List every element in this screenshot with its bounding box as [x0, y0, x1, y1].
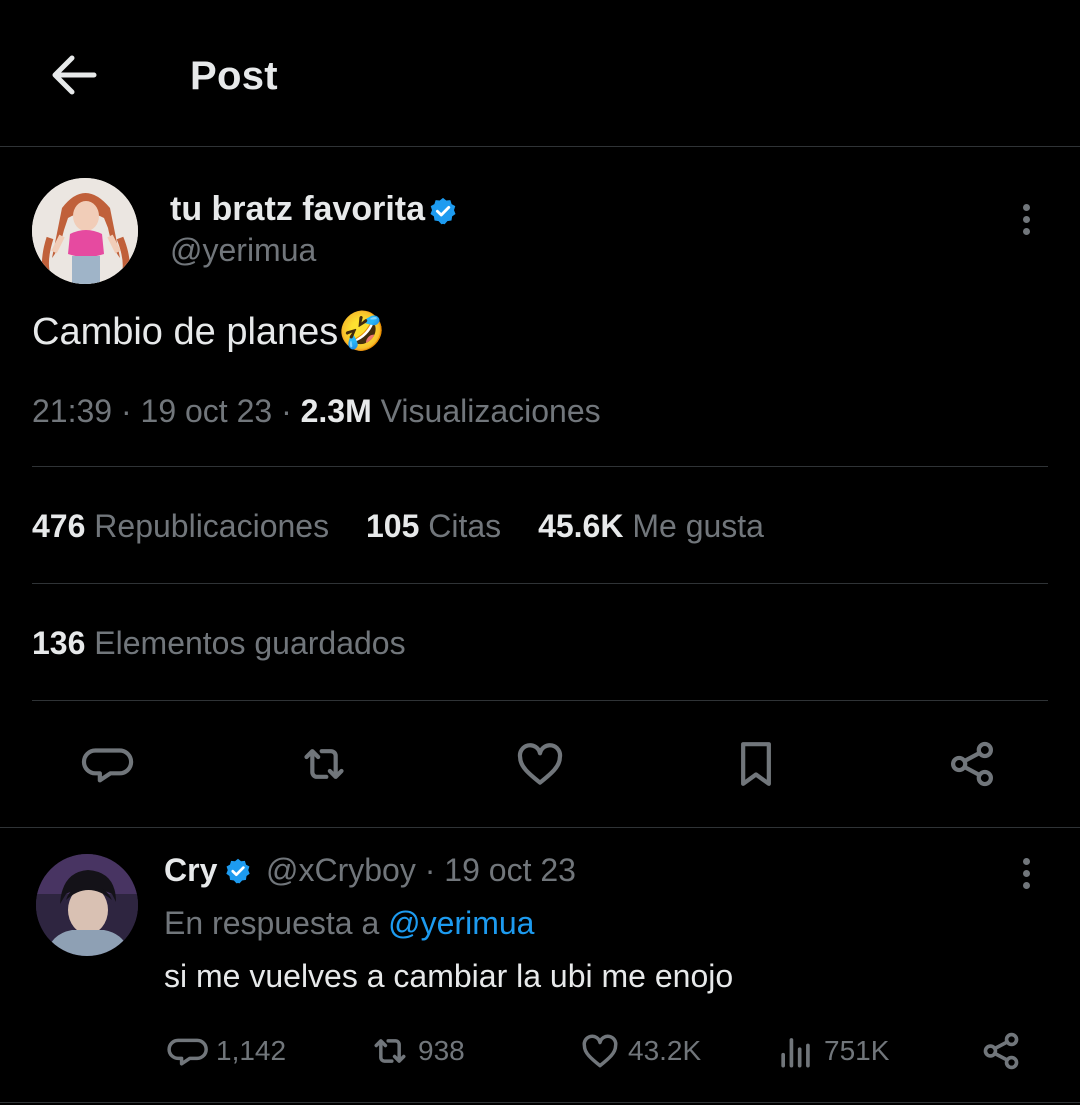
reply-icon	[81, 748, 134, 783]
more-vertical-icon	[1016, 858, 1036, 889]
tweet-date[interactable]: 19 oct 23	[141, 393, 273, 429]
reply-reply-button[interactable]: 1,142	[166, 1028, 286, 1074]
reply-date[interactable]: · 19 oct 23	[425, 852, 576, 888]
reply-author-handle[interactable]: @xCryboy	[266, 852, 416, 888]
quotes-count: 105	[365, 508, 420, 544]
page-title: Post	[190, 54, 278, 98]
tweet-text: Cambio de planes🤣	[32, 310, 386, 354]
reply-replies-count: 1,142	[216, 1035, 287, 1066]
reply-views-button[interactable]: 751K	[774, 1028, 889, 1074]
reposts-count: 476	[32, 508, 86, 544]
tweet-meta: 21:39 · 19 oct 23 · 2.3M Visualizaciones	[32, 393, 601, 430]
author-avatar-image	[32, 178, 138, 284]
tweet-text-body: Cambio de planes	[32, 311, 339, 353]
meta-separator: ·	[120, 393, 141, 429]
reply-context: En respuesta a @yerimua	[164, 905, 534, 942]
author-avatar[interactable]	[32, 178, 138, 284]
views-count: 2.3M	[300, 393, 372, 429]
rofl-emoji: 🤣	[338, 311, 386, 353]
reply-handle-date: @xCryboy · 19 oct 23	[266, 852, 576, 889]
views-label: Visualizaciones	[380, 393, 601, 429]
repost-icon	[374, 1039, 406, 1063]
share-button[interactable]	[944, 736, 1000, 792]
reposts-stat[interactable]: 476 Republicaciones	[32, 508, 329, 545]
reply-author-name[interactable]: Cry	[164, 852, 217, 889]
reply-context-mention[interactable]: @yerimua	[388, 905, 534, 941]
quotes-stat[interactable]: 105 Citas	[366, 508, 501, 545]
reply-author-avatar[interactable]	[36, 854, 138, 956]
reply-views-count: 751K	[824, 1035, 890, 1066]
reply-avatar-image	[36, 854, 138, 956]
share-icon	[951, 741, 993, 787]
divider	[32, 466, 1048, 467]
repost-icon	[304, 749, 344, 779]
verified-badge-icon	[430, 197, 456, 225]
reply-like-button[interactable]: 43.2K	[578, 1028, 701, 1074]
author-handle[interactable]: @yerimua	[170, 232, 316, 269]
arrow-left-icon	[52, 55, 97, 95]
divider	[32, 583, 1048, 584]
top-bar: Post	[0, 0, 1080, 147]
back-button[interactable]	[48, 52, 100, 98]
bookmarks-count: 136	[32, 625, 86, 661]
divider	[32, 700, 1048, 701]
heart-icon	[517, 743, 563, 785]
like-button[interactable]	[512, 736, 568, 792]
bookmark-icon	[741, 742, 771, 786]
bookmark-button[interactable]	[728, 736, 784, 792]
share-icon	[983, 1032, 1019, 1070]
heart-icon	[582, 1034, 618, 1068]
bookmarks-label: Elementos guardados	[94, 625, 406, 661]
repost-button[interactable]	[296, 736, 352, 792]
meta-separator: ·	[281, 393, 301, 429]
reply-repost-button[interactable]: 938	[368, 1028, 465, 1074]
engagement-stats: 476 Republicaciones 105 Citas 45.6K Me g…	[32, 508, 792, 545]
bookmarks-stat[interactable]: 136 Elementos guardados	[32, 625, 406, 662]
reply-text: si me vuelves a cambiar la ubi me enojo	[164, 958, 734, 994]
reply-share-button[interactable]	[978, 1028, 1030, 1074]
more-vertical-icon	[1016, 204, 1036, 235]
views-icon	[781, 1038, 810, 1068]
verified-badge-icon	[226, 858, 250, 884]
section-divider	[0, 827, 1080, 828]
reply-likes-count: 43.2K	[628, 1035, 702, 1066]
tweet-time[interactable]: 21:39	[32, 393, 112, 429]
reply-more-options-button[interactable]	[1016, 858, 1036, 898]
likes-count: 45.6K	[538, 508, 624, 544]
reposts-label: Republicaciones	[94, 508, 330, 544]
reply-button[interactable]	[80, 736, 136, 792]
likes-stat[interactable]: 45.6K Me gusta	[538, 508, 764, 545]
reply-context-prefix: En respuesta a	[164, 905, 380, 941]
reply-icon	[167, 1038, 208, 1066]
reply-reposts-count: 938	[418, 1035, 465, 1066]
quotes-label: Citas	[428, 508, 502, 544]
section-divider	[0, 1102, 1080, 1103]
more-options-button[interactable]	[1016, 204, 1036, 244]
likes-label: Me gusta	[632, 508, 764, 544]
author-name[interactable]: tu bratz favorita	[170, 190, 425, 229]
